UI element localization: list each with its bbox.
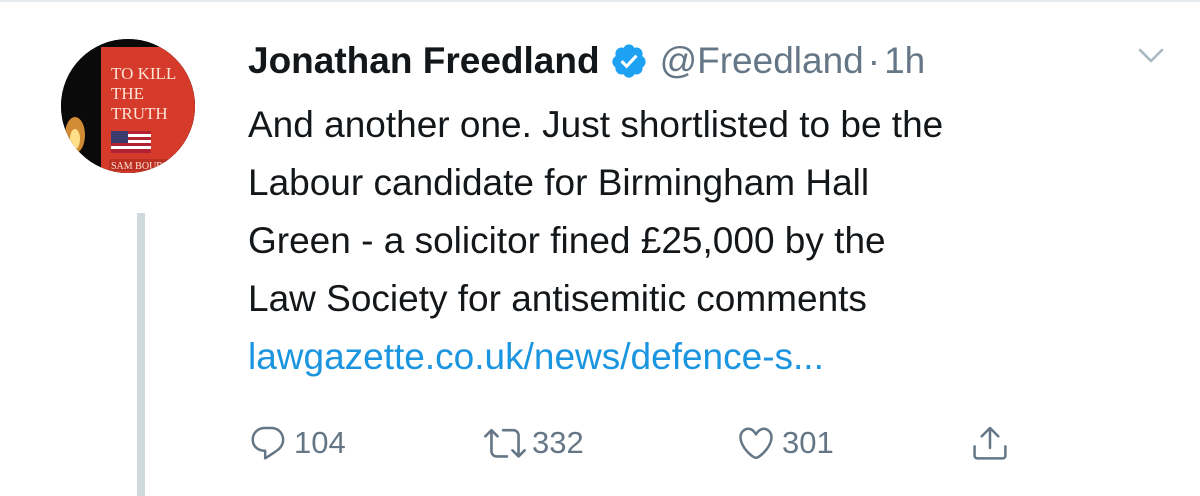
top-divider	[0, 0, 1200, 2]
retweet-button[interactable]: 332	[484, 418, 584, 468]
user-handle[interactable]: @Freedland	[660, 40, 864, 82]
chevron-down-icon[interactable]	[1138, 48, 1164, 64]
avatar-book-title-3: TRUTH	[111, 104, 168, 123]
avatar[interactable]: TO KILL THE TRUTH SAM BOURNE	[61, 39, 195, 173]
tweet-text-line: Law Society for antisemitic comments	[248, 278, 867, 319]
avatar-book-cover-image: TO KILL THE TRUTH SAM BOURNE	[61, 39, 195, 173]
tweet-text-line: Labour candidate for Birmingham Hall	[248, 162, 870, 203]
avatar-book-title-1: TO KILL	[111, 64, 176, 83]
retweet-icon	[484, 422, 526, 464]
display-name[interactable]: Jonathan Freedland	[248, 40, 600, 82]
tweet-body: And another one. Just shortlisted to be …	[248, 96, 1188, 386]
tweet-link[interactable]: lawgazette.co.uk/news/defence-s...	[248, 328, 1188, 386]
reply-button[interactable]: 104	[248, 418, 346, 468]
reply-count: 104	[294, 425, 346, 460]
timestamp[interactable]: 1h	[884, 40, 925, 82]
retweet-count: 332	[532, 425, 584, 460]
thread-connector-line	[137, 213, 145, 496]
tweet-text-line: And another one. Just shortlisted to be …	[248, 104, 944, 145]
avatar-book-title-2: THE	[111, 84, 144, 103]
avatar-book-author: SAM BOURNE	[111, 161, 176, 172]
separator-dot: ·	[867, 40, 881, 81]
like-count: 301	[782, 425, 834, 460]
reply-icon	[248, 423, 288, 463]
share-button[interactable]	[970, 418, 1010, 468]
share-icon	[970, 421, 1010, 465]
verified-badge-icon	[610, 42, 648, 80]
tweet-header: Jonathan Freedland @Freedland · 1h	[248, 36, 925, 86]
heart-icon	[736, 423, 776, 463]
tweet-text-line: Green - a solicitor fined £25,000 by the	[248, 220, 886, 261]
like-button[interactable]: 301	[736, 418, 834, 468]
